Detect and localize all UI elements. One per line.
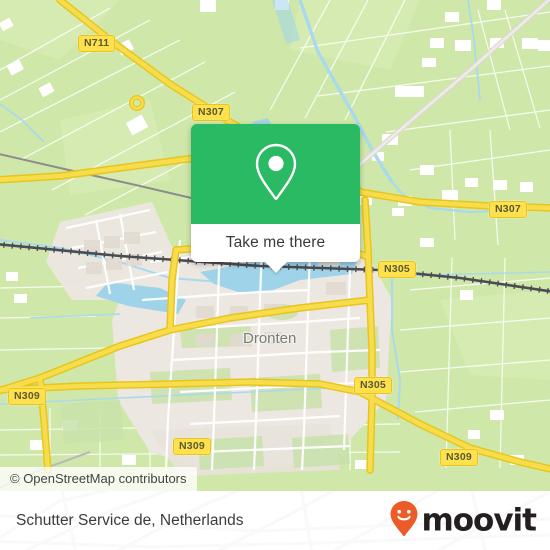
moovit-map-screenshot: N711 N307 N307 N305 N309 N305 N309 N309 … [0,0,550,550]
road-shield-n307-east: N307 [489,201,527,218]
road-shield-n305-east: N305 [378,261,416,278]
footer-location-title: Schutter Service de, Netherlands [16,511,244,529]
road-shield-n309-south: N309 [173,438,211,455]
road-shield-n711-north: N711 [78,35,116,52]
popup-pointer-tail [264,262,287,273]
road-shield-n307-north: N307 [192,104,230,121]
moovit-wordmark: moovit [421,502,537,538]
popup-cta-bar[interactable]: Take me there [191,224,360,273]
road-shield-n309-southeast: N309 [440,449,478,466]
map-pin-icon [250,141,302,208]
take-me-there-label: Take me there [225,234,326,251]
place-label-dronten: Dronten [243,330,297,347]
location-popup-card[interactable]: Take me there [191,124,360,273]
map-canvas[interactable]: N711 N307 N307 N305 N309 N305 N309 N309 … [0,0,550,491]
footer-bar: Schutter Service de, Netherlands moovit [0,491,550,550]
popup-pin-panel [191,124,360,224]
osm-attribution[interactable]: © OpenStreetMap contributors [0,467,197,491]
moovit-smiley-pin-icon [389,499,419,542]
moovit-brand[interactable]: moovit [389,499,537,542]
road-shield-n309-west: N309 [8,388,46,405]
road-shield-n305-south: N305 [354,377,392,394]
